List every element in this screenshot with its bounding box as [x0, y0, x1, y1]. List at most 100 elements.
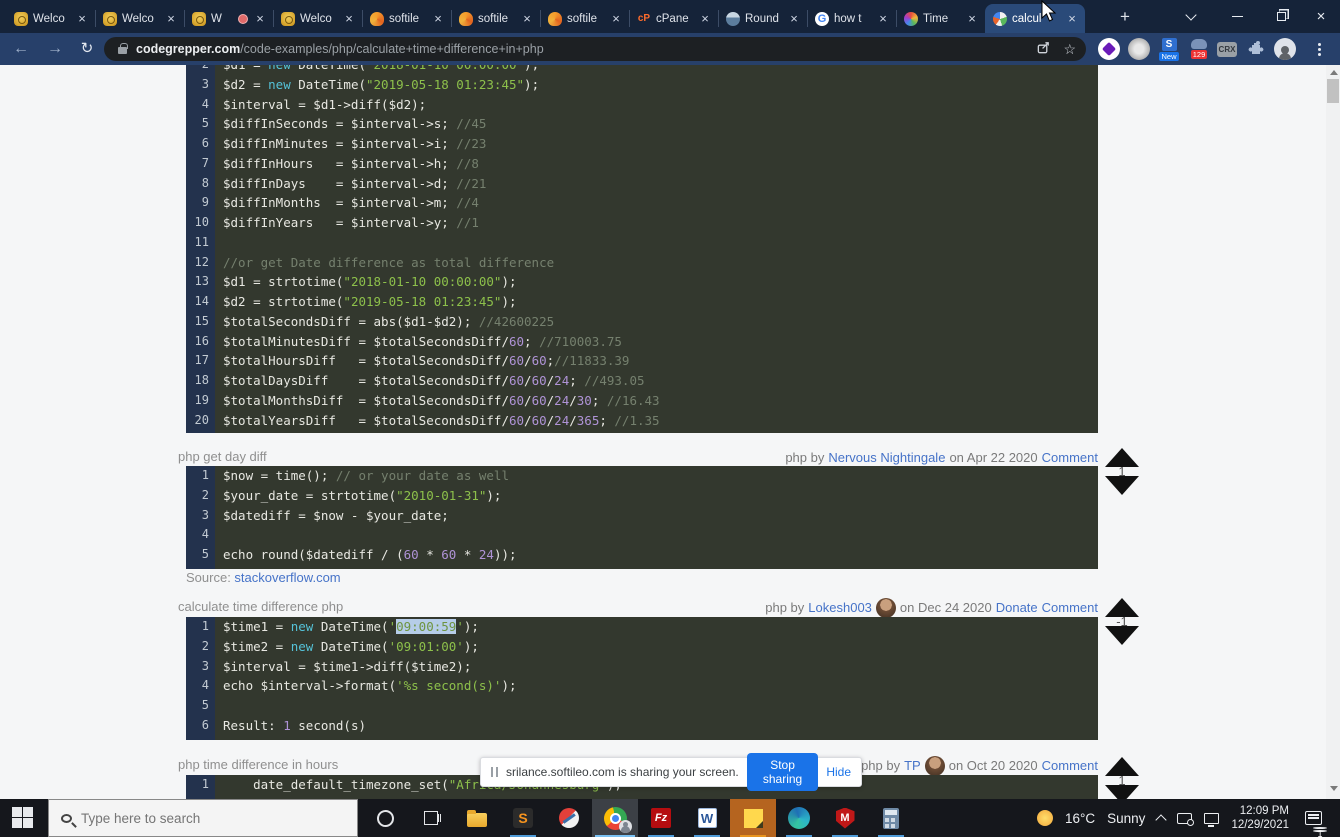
browser-tab[interactable]: softile×	[540, 4, 629, 33]
code-line: 9$diffInMonths = $interval->m; //4	[186, 193, 1098, 213]
author-avatar[interactable]	[925, 756, 945, 776]
code-block[interactable]: 1$now = time(); // or your date as well2…	[186, 466, 1098, 569]
tab-close-icon[interactable]: ×	[965, 11, 979, 26]
author-link[interactable]: TP	[904, 758, 921, 773]
taskbar-app-chrome[interactable]	[592, 799, 638, 837]
tab-close-icon[interactable]: ×	[609, 11, 623, 26]
weather-condition[interactable]: Sunny	[1107, 811, 1145, 826]
comment-link[interactable]: Comment	[1042, 450, 1098, 465]
new-tab-button[interactable]: +	[1112, 4, 1138, 30]
tab-close-icon[interactable]: ×	[787, 11, 801, 26]
browser-tab[interactable]: softile×	[451, 4, 540, 33]
tab-close-icon[interactable]: ×	[1065, 11, 1079, 26]
tab-close-icon[interactable]: ×	[698, 11, 712, 26]
comment-link[interactable]: Comment	[1042, 758, 1098, 773]
restore-button[interactable]	[1260, 0, 1302, 33]
author-avatar[interactable]	[876, 598, 896, 618]
taskbar-clock[interactable]: 12:09 PM 12/29/2021	[1231, 804, 1289, 832]
browser-tab[interactable]: Round ×	[718, 4, 807, 33]
browser-tab[interactable]: W×	[184, 4, 273, 33]
taskbar-app-stickynotes[interactable]	[730, 799, 776, 837]
hide-link[interactable]: Hide	[826, 765, 851, 779]
browser-tab[interactable]: Ghow t×	[807, 4, 896, 33]
minimize-button[interactable]	[1216, 0, 1258, 33]
tab-close-icon[interactable]: ×	[164, 11, 178, 26]
tab-title: Round	[745, 13, 782, 25]
extension-crx-icon[interactable]: CRX	[1216, 38, 1238, 60]
stop-sharing-button[interactable]: Stop sharing	[747, 753, 819, 791]
taskbar-search[interactable]	[48, 799, 358, 837]
start-button[interactable]	[12, 807, 34, 829]
browser-tab[interactable]: Time×	[896, 4, 985, 33]
taskbar-app-filezilla[interactable]: Fz	[638, 799, 684, 837]
taskbar-app-word[interactable]: W	[684, 799, 730, 837]
extensions-menu-button[interactable]	[1245, 38, 1267, 60]
cast-icon[interactable]	[1177, 813, 1192, 824]
taskbar-app-mcafee[interactable]: M	[822, 799, 868, 837]
browser-tab[interactable]: Welco×	[6, 4, 95, 33]
taskbar-app-sublime[interactable]: S	[500, 799, 546, 837]
taskbar-app-screenrec[interactable]	[546, 799, 592, 837]
extension-grey-icon[interactable]	[1128, 38, 1150, 60]
code-block[interactable]: 2$d1 = new DateTime("2018-01-10 00:00:00…	[186, 65, 1098, 433]
code-line: 18$totalDaysDiff = $totalSecondsDiff/60/…	[186, 371, 1098, 391]
browser-tab[interactable]: Welco×	[95, 4, 184, 33]
tab-close-icon[interactable]: ×	[520, 11, 534, 26]
code-token: );	[501, 678, 516, 693]
hidden-icons-chevron[interactable]	[1156, 814, 1167, 825]
browser-tab[interactable]: Welco×	[273, 4, 362, 33]
taskbar-app-calculator[interactable]	[868, 799, 914, 837]
tab-close-icon[interactable]: ×	[253, 11, 267, 26]
line-number: 2	[186, 637, 215, 657]
line-number: 2	[186, 65, 215, 75]
action-center-icon[interactable]: 1	[1305, 811, 1322, 825]
calculator-icon	[883, 808, 899, 829]
address-bar[interactable]: codegrepper.com /code-examples/php/calcu…	[104, 37, 1086, 61]
taskbar-app-explorer[interactable]	[454, 799, 500, 837]
comment-link[interactable]: Comment	[1042, 600, 1098, 615]
page-scrollbar[interactable]	[1326, 65, 1340, 799]
scroll-up-arrow-icon[interactable]	[1330, 70, 1338, 75]
taskbar-app-taskview[interactable]	[408, 799, 454, 837]
scrollbar-thumb[interactable]	[1327, 79, 1339, 103]
source-link[interactable]: stackoverflow.com	[234, 570, 340, 585]
browser-tab[interactable]: softile×	[362, 4, 451, 33]
taskbar-app-cortana[interactable]	[362, 799, 408, 837]
author-link[interactable]: Lokesh003	[808, 600, 872, 615]
tab-close-icon[interactable]: ×	[876, 11, 890, 26]
share-icon[interactable]	[1036, 40, 1051, 58]
code-line: 2$time2 = new DateTime('09:01:00');	[186, 637, 1098, 657]
line-number: 6	[186, 716, 215, 736]
extension-cloud-icon[interactable]: 129	[1188, 38, 1210, 60]
donate-link[interactable]: Donate	[996, 600, 1038, 615]
window-close-button[interactable]: ×	[1300, 0, 1340, 33]
weather-temperature[interactable]: 16°C	[1065, 811, 1095, 826]
tab-close-icon[interactable]: ×	[75, 11, 89, 26]
author-link[interactable]: Nervous Nightingale	[828, 450, 945, 465]
forward-button[interactable]: →	[42, 37, 68, 61]
extension-purple-icon[interactable]	[1098, 38, 1120, 60]
reload-button[interactable]: ↻	[74, 37, 100, 61]
browser-tab[interactable]: cPcPane×	[629, 4, 718, 33]
bookmark-star-icon[interactable]: ☆	[1063, 41, 1076, 58]
search-input[interactable]	[81, 811, 311, 826]
code-text: $d1 = new DateTime("2018-01-10 00:00:00"…	[215, 65, 539, 75]
tab-close-icon[interactable]: ×	[431, 11, 445, 26]
profile-avatar[interactable]	[1274, 38, 1296, 60]
network-icon[interactable]	[1204, 813, 1219, 824]
tab-close-icon[interactable]: ×	[342, 11, 356, 26]
code-token: 24	[554, 373, 569, 388]
tab-title: W	[211, 13, 233, 25]
purple-diamond-icon	[1102, 42, 1116, 56]
browser-tab[interactable]: calcul×	[985, 4, 1085, 33]
scroll-down-arrow-icon[interactable]	[1330, 786, 1338, 791]
code-block[interactable]: 1$time1 = new DateTime('09:00:59');2$tim…	[186, 617, 1098, 740]
taskbar-app-edge[interactable]	[776, 799, 822, 837]
line-number: 9	[186, 193, 215, 213]
code-text: $totalMonthsDiff = $totalSecondsDiff/60/…	[215, 391, 660, 411]
back-button[interactable]: ←	[8, 37, 34, 61]
extension-s-icon[interactable]: S New	[1158, 38, 1180, 60]
code-line: 10$diffInYears = $interval->y; //1	[186, 213, 1098, 233]
tab-search-button[interactable]	[1170, 0, 1212, 33]
browser-menu-button[interactable]	[1308, 38, 1330, 60]
